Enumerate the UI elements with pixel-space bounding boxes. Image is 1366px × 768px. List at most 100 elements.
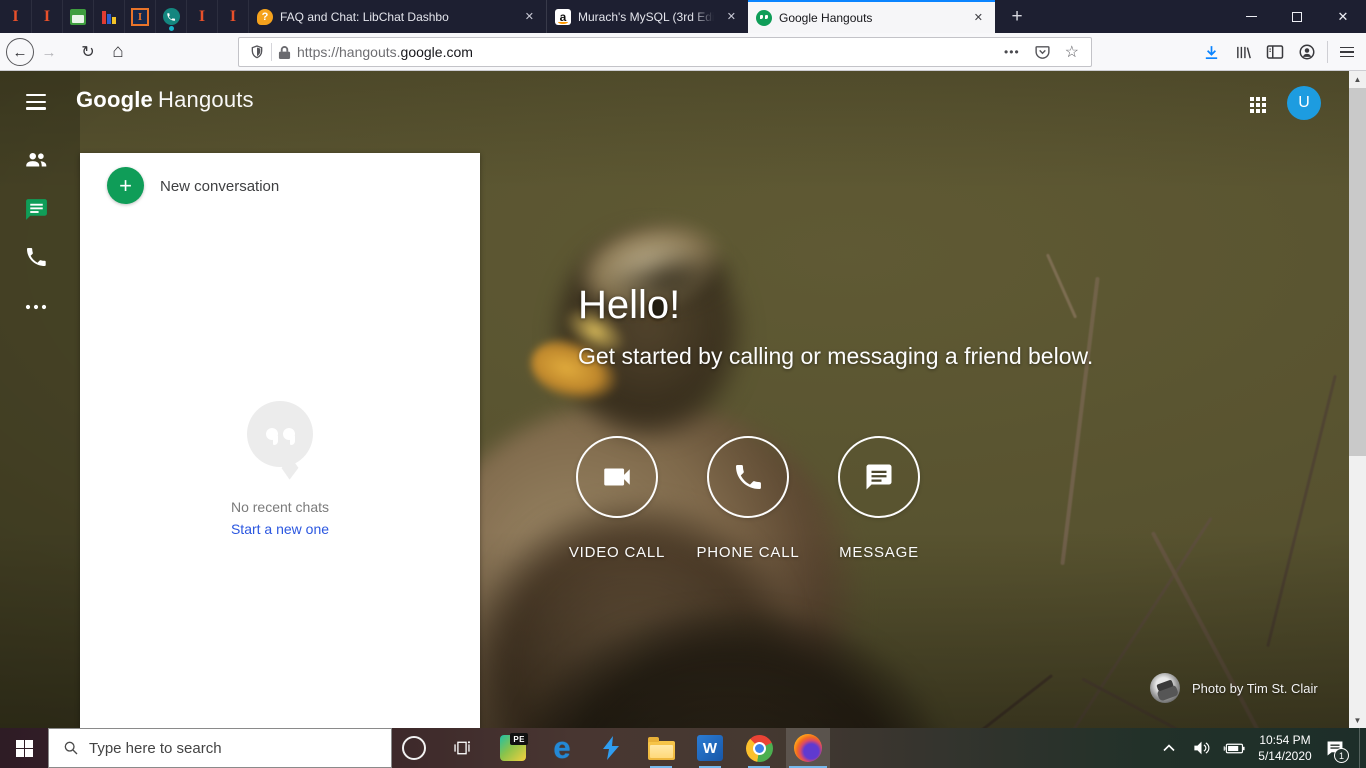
tracking-protection-shield-icon[interactable] — [249, 44, 265, 60]
taskbar-app-pycharm-edu[interactable]: PE — [491, 728, 535, 768]
pinned-tab-illinois-4[interactable]: I — [217, 0, 248, 33]
taskbar-app-edge[interactable]: e — [540, 728, 584, 768]
action-center-button[interactable]: 1 — [1318, 728, 1352, 768]
url-domain: google.com — [400, 44, 473, 60]
pinned-tab-libcal[interactable] — [62, 0, 93, 33]
conversations-panel: + New conversation No recent chats Start… — [80, 153, 480, 728]
reload-button[interactable]: ↻ — [74, 33, 102, 71]
close-tab-icon[interactable]: ✕ — [521, 8, 538, 25]
calendar-favicon — [70, 8, 86, 25]
page-scrollbar[interactable]: ▲ ▼ — [1349, 71, 1366, 728]
pinned-tab-illinois-2[interactable]: I — [31, 0, 62, 33]
start-button[interactable] — [0, 728, 48, 768]
tab-murach-mysql[interactable]: a Murach's MySQL (3rd Edition): ✕ — [546, 0, 748, 33]
taskbar-app-lightning[interactable] — [589, 728, 633, 768]
close-tab-icon[interactable]: ✕ — [970, 9, 987, 26]
show-desktop-button[interactable] — [1359, 728, 1366, 768]
browser-tab-bar: I I I I I ? FAQ and Chat: LibChat Dashbo… — [0, 0, 1366, 33]
video-call-button[interactable] — [576, 436, 658, 518]
window-minimize-button[interactable] — [1228, 0, 1274, 33]
maximize-icon — [1292, 11, 1302, 22]
window-close-button[interactable]: ✕ — [1320, 0, 1366, 33]
taskbar-app-chrome[interactable] — [737, 728, 781, 768]
chrome-icon — [745, 734, 773, 762]
pinned-tab-libanswers[interactable] — [155, 0, 186, 33]
start-new-link[interactable]: Start a new one — [80, 521, 480, 537]
amazon-favicon: a — [555, 8, 571, 25]
pinned-tab-illinois-1[interactable]: I — [0, 0, 31, 33]
people-icon — [26, 152, 47, 167]
taskbar-app-file-explorer[interactable] — [639, 728, 683, 768]
download-icon — [1205, 45, 1217, 59]
scroll-up-arrow[interactable]: ▲ — [1349, 71, 1366, 87]
tray-expand-button[interactable] — [1155, 728, 1183, 768]
message-button[interactable] — [838, 436, 920, 518]
screen: I I I I I ? FAQ and Chat: LibChat Dashbo… — [0, 0, 1366, 768]
tab-title: Murach's MySQL (3rd Edition): — [578, 9, 717, 24]
forward-button[interactable]: → — [37, 33, 61, 71]
forward-icon: → — [41, 43, 57, 61]
google-apps-grid-icon[interactable] — [1250, 97, 1266, 113]
minimize-icon — [1245, 15, 1257, 18]
hangouts-logo: Google Hangouts — [76, 87, 254, 113]
new-conversation-button[interactable]: + New conversation — [80, 153, 480, 219]
hangouts-quote-logo — [247, 401, 313, 467]
phone-rail-button[interactable] — [22, 243, 50, 271]
pycharm-edu-icon: PE — [500, 733, 528, 761]
pinned-tab-illinois-framed[interactable]: I — [124, 0, 155, 33]
url-bar[interactable]: https://hangouts. google.com ••• ☆ — [238, 37, 1092, 67]
search-input[interactable] — [89, 739, 369, 757]
library-button[interactable] — [1228, 33, 1258, 71]
taskbar-clock[interactable]: 10:54 PM 5/14/2020 — [1250, 732, 1320, 764]
sidebar-icon — [1266, 45, 1284, 59]
close-tab-icon[interactable]: ✕ — [723, 8, 740, 25]
pinned-tab-libinsight[interactable] — [93, 0, 124, 33]
libchat-favicon: ? — [257, 8, 273, 25]
taskbar-app-firefox-active[interactable] — [786, 728, 830, 768]
task-view-button[interactable] — [440, 728, 484, 768]
phone-favicon — [162, 8, 180, 31]
account-avatar[interactable]: U — [1287, 86, 1321, 120]
hangouts-menu-button[interactable] — [26, 94, 46, 110]
taskbar-search[interactable] — [48, 728, 392, 768]
home-button[interactable]: ⌂ — [104, 33, 132, 71]
edge-icon: e — [553, 730, 571, 765]
tab-google-hangouts-active[interactable]: Google Hangouts ✕ — [748, 0, 995, 33]
hero-title: Hello! — [578, 283, 681, 327]
contacts-rail-button[interactable] — [22, 146, 50, 174]
downloads-button[interactable] — [1196, 33, 1226, 71]
more-rail-button[interactable] — [22, 293, 50, 321]
account-button[interactable] — [1292, 33, 1322, 71]
tab-libchat[interactable]: ? FAQ and Chat: LibChat Dashbo ✕ — [248, 0, 546, 33]
battery-charging-icon — [1223, 743, 1245, 753]
pocket-icon[interactable] — [1034, 44, 1051, 61]
volume-button[interactable] — [1186, 728, 1216, 768]
cortana-button[interactable] — [392, 728, 436, 768]
pinned-tab-illinois-3[interactable]: I — [186, 0, 217, 33]
battery-button[interactable] — [1219, 728, 1249, 768]
photographer-avatar[interactable] — [1150, 673, 1180, 703]
message-label: MESSAGE — [839, 544, 919, 561]
tab-title: Google Hangouts — [779, 10, 873, 25]
window-maximize-button[interactable] — [1274, 0, 1320, 33]
page-actions-icon[interactable]: ••• — [1004, 45, 1020, 59]
file-explorer-icon — [647, 736, 675, 760]
lock-icon — [278, 45, 291, 59]
taskbar-app-word[interactable]: W — [688, 728, 732, 768]
message-icon — [866, 464, 892, 490]
brand-google: Google — [76, 87, 153, 112]
bookmark-star-icon[interactable]: ☆ — [1065, 42, 1079, 62]
phone-call-button[interactable] — [707, 436, 789, 518]
url-scheme-host: https://hangouts. — [297, 44, 401, 60]
conversations-rail-button[interactable] — [22, 195, 50, 223]
scroll-down-arrow[interactable]: ▼ — [1349, 712, 1366, 728]
menu-button[interactable] — [1332, 33, 1362, 71]
scrollbar-thumb[interactable] — [1349, 88, 1366, 456]
windows-taskbar: PE e W 10:54 PM 5/14/2020 1 — [0, 728, 1366, 768]
new-tab-button[interactable]: + — [1002, 0, 1032, 33]
back-button[interactable]: ← — [5, 33, 35, 71]
illinois-framed-favicon: I — [131, 7, 149, 26]
sidebar-toggle-button[interactable] — [1260, 33, 1290, 71]
plus-icon[interactable]: + — [107, 167, 144, 204]
windows-logo-icon — [15, 739, 33, 757]
